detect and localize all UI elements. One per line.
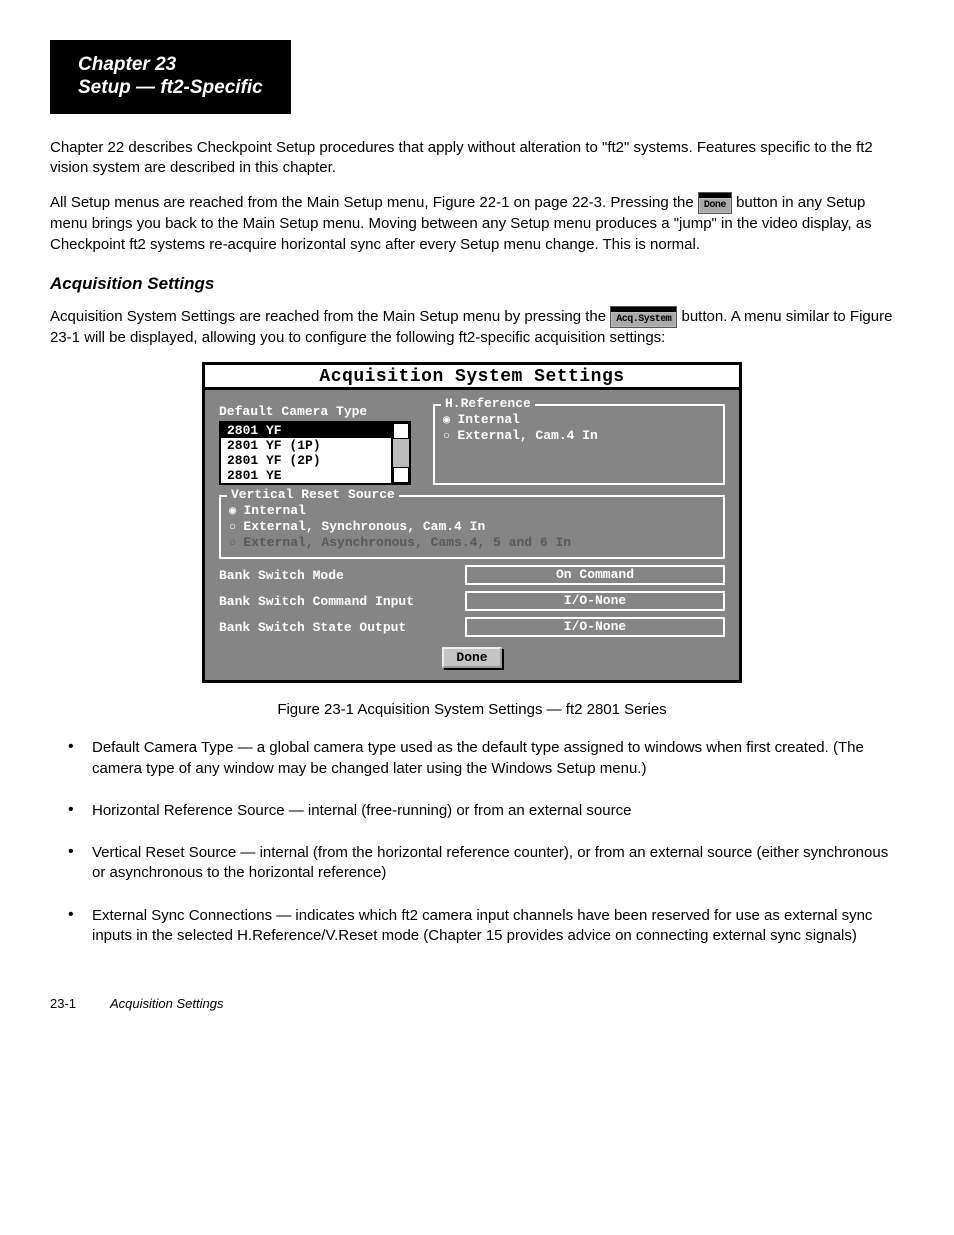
list-item[interactable]: 2801 YF	[221, 423, 391, 438]
acq-settings-dialog: Acquisition System Settings Default Came…	[202, 362, 742, 683]
bank-switch-output-label: Bank Switch State Output	[219, 620, 465, 635]
list-item[interactable]: 2801 YE	[221, 468, 391, 483]
vertical-reset-legend: Vertical Reset Source	[227, 487, 399, 502]
default-camera-label: Default Camera Type	[219, 404, 411, 419]
list-item[interactable]: 2801 YF (2P)	[221, 453, 391, 468]
inline-done-label: Done	[699, 198, 731, 213]
href-radio-internal[interactable]: Internal	[443, 412, 715, 428]
bank-switch-input-value[interactable]: I/O-None	[465, 591, 725, 611]
chapter-title: Setup — ft2-Specific	[78, 77, 263, 100]
bank-switch-output-row: Bank Switch State Output I/O-None	[219, 617, 725, 637]
default-camera-group: Default Camera Type 2801 YF 2801 YF (1P)…	[219, 404, 411, 485]
bank-switch-mode-value[interactable]: On Command	[465, 565, 725, 585]
bank-switch-input-row: Bank Switch Command Input I/O-None	[219, 591, 725, 611]
vertical-reset-group: Vertical Reset Source Internal External,…	[219, 495, 725, 559]
href-radio-external[interactable]: External, Cam.4 In	[443, 428, 715, 444]
bank-switch-output-value[interactable]: I/O-None	[465, 617, 725, 637]
dialog-title: Acquisition System Settings	[205, 365, 739, 390]
intro-paragraph-2: All Setup menus are reached from the Mai…	[50, 192, 894, 255]
bullet-text: External Sync Connections — indicates wh…	[92, 906, 894, 947]
inline-acqsystem-label: Acq.System	[611, 312, 676, 327]
bank-switch-mode-row: Bank Switch Mode On Command	[219, 565, 725, 585]
vrs-radio-internal[interactable]: Internal	[229, 503, 715, 519]
scroll-up-icon[interactable]: ▲	[393, 423, 409, 439]
dialog-done-button[interactable]: Done	[442, 647, 501, 668]
chapter-header: Chapter 23 Setup — ft2-Specific	[50, 40, 291, 114]
bullet-icon: •	[68, 801, 78, 821]
page-footer: 23-1 Acquisition Settings	[50, 996, 894, 1011]
bank-switch-mode-label: Bank Switch Mode	[219, 568, 465, 583]
page-number: 23-1	[50, 996, 110, 1011]
bank-switch-input-label: Bank Switch Command Input	[219, 594, 465, 609]
list-item[interactable]: 2801 YF (1P)	[221, 438, 391, 453]
scroll-track[interactable]	[393, 439, 409, 467]
h-reference-group: H.Reference Internal External, Cam.4 In	[433, 404, 725, 485]
acquisition-settings-heading: Acquisition Settings	[50, 273, 894, 296]
bullet-text: Vertical Reset Source — internal (from t…	[92, 843, 894, 884]
scroll-down-icon[interactable]: ▼	[393, 467, 409, 483]
chapter-number: Chapter 23	[78, 54, 263, 77]
camera-type-listbox[interactable]: 2801 YF 2801 YF (1P) 2801 YF (2P) 2801 Y…	[219, 421, 393, 485]
vrs-radio-ext-async: External, Asynchronous, Cams.4, 5 and 6 …	[229, 535, 715, 551]
bullet-icon: •	[68, 738, 78, 779]
intro-p2-a: All Setup menus are reached from the Mai…	[50, 194, 698, 211]
bullet-icon: •	[68, 906, 78, 947]
vrs-radio-ext-sync[interactable]: External, Synchronous, Cam.4 In	[229, 519, 715, 535]
figure-caption: Figure 23-1 Acquisition System Settings …	[50, 701, 894, 718]
bullet-text: Default Camera Type — a global camera ty…	[92, 738, 894, 779]
inline-done-button[interactable]: Done	[698, 192, 732, 214]
bullet-icon: •	[68, 843, 78, 884]
footer-section: Acquisition Settings	[110, 996, 223, 1011]
inline-acqsystem-button[interactable]: Acq.System	[610, 306, 677, 328]
h-reference-legend: H.Reference	[441, 396, 535, 411]
acq-p-a: Acquisition System Settings are reached …	[50, 308, 610, 325]
intro-paragraph-1: Chapter 22 describes Checkpoint Setup pr…	[50, 138, 894, 179]
bullet-text: Horizontal Reference Source — internal (…	[92, 801, 894, 821]
acq-paragraph: Acquisition System Settings are reached …	[50, 306, 894, 349]
listbox-scrollbar[interactable]: ▲ ▼	[393, 421, 411, 485]
